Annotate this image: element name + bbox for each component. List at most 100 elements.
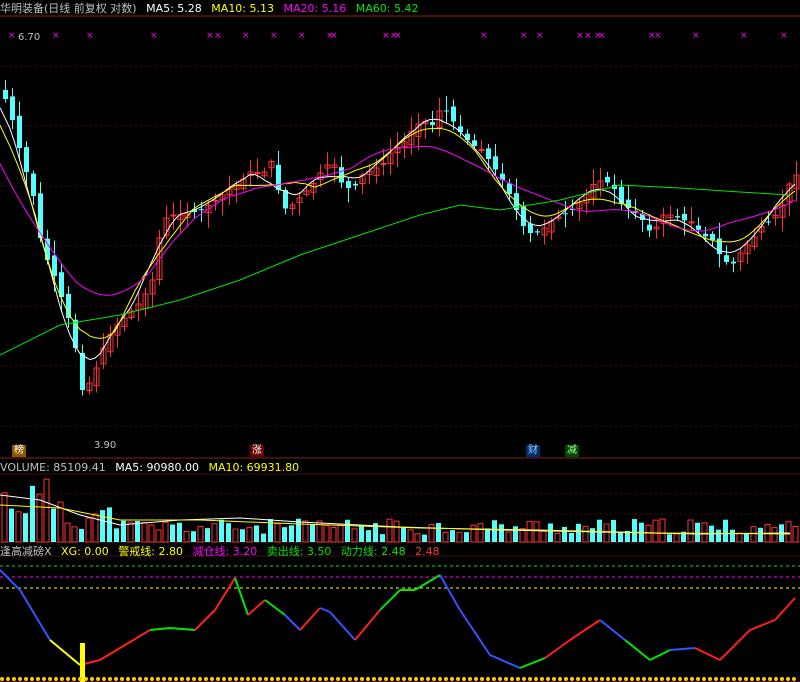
baseline-dot <box>12 677 16 681</box>
baseline-dot <box>90 677 94 681</box>
baseline-dot <box>78 677 82 681</box>
baseline-dot <box>60 677 64 681</box>
baseline-dot <box>774 677 778 681</box>
volume-bar <box>148 524 155 543</box>
baseline-dot <box>756 677 760 681</box>
indicator-segment <box>284 614 301 631</box>
baseline-dot <box>576 677 580 681</box>
indicator-segment <box>214 577 236 611</box>
candle-body <box>24 147 29 172</box>
volume-bar <box>407 529 414 543</box>
baseline-dot <box>420 677 424 681</box>
baseline-dot <box>462 677 466 681</box>
volume-ma5-label: MA5: 90980.00 <box>115 461 199 474</box>
signal-marker: × <box>214 31 222 41</box>
indicator-segment <box>329 611 356 641</box>
baseline-dot <box>18 677 22 681</box>
candle-body <box>276 164 281 190</box>
volume-bar <box>240 529 245 542</box>
baseline-dot <box>414 677 418 681</box>
baseline-dot <box>570 677 574 681</box>
signal-marker: × <box>654 31 662 41</box>
baseline-dot <box>480 677 484 681</box>
baseline-dot <box>516 677 520 681</box>
baseline-dot <box>342 677 346 681</box>
baseline-dot <box>750 677 754 681</box>
candle-body <box>430 122 435 125</box>
baseline-dot <box>534 677 538 681</box>
indicator-segment <box>49 639 81 666</box>
baseline-dot <box>174 677 178 681</box>
volume-bar <box>289 525 294 542</box>
event-tag-cai[interactable]: 财 <box>526 445 540 457</box>
volume-bar <box>121 520 126 542</box>
event-tag-bang[interactable]: 榜 <box>12 445 26 457</box>
baseline-dot <box>36 677 40 681</box>
stock-title: 华明装备(日线 前复权 对数) <box>0 2 137 15</box>
indicator-segment <box>247 599 266 616</box>
volume-bar <box>64 522 71 543</box>
volume-bar <box>114 528 119 542</box>
volume-bar <box>100 510 105 542</box>
indicator-segment <box>719 629 751 661</box>
volume-bar <box>582 525 589 543</box>
candle-body <box>199 209 204 211</box>
volume-bar <box>513 526 518 542</box>
volume-bar <box>393 520 400 543</box>
candle-body <box>3 89 8 99</box>
signal-marker: × <box>480 31 488 41</box>
candle-body <box>486 148 491 159</box>
baseline-dot <box>264 677 268 681</box>
baseline-dot <box>126 677 130 681</box>
volume-label: VOLUME: 85109.41 <box>0 461 106 474</box>
indicator-header: 逢高减磅X XG: 0.00 警戒线: 2.80 减仓线: 3.20 卖出线: … <box>0 544 446 560</box>
volume-bar <box>771 526 778 543</box>
volume-bar <box>254 525 259 542</box>
baseline-dot <box>324 677 328 681</box>
baseline-dot <box>618 677 622 681</box>
volume-bar <box>261 533 266 542</box>
volume-bar <box>470 524 477 543</box>
event-tag-zhang[interactable]: 涨 <box>250 445 264 457</box>
baseline-dot <box>72 677 76 681</box>
baseline-dot <box>354 677 358 681</box>
volume-ma5-line <box>0 494 791 535</box>
volume-bar <box>380 534 385 542</box>
low-price-label: 3.90 <box>94 440 117 451</box>
volume-bar <box>673 533 680 543</box>
baseline-dot <box>642 677 646 681</box>
baseline-dot <box>24 677 28 681</box>
indicator-segment <box>354 609 381 641</box>
baseline-dot <box>606 677 610 681</box>
volume-bar <box>226 523 231 542</box>
baseline-dot <box>318 677 322 681</box>
baseline-dot <box>708 677 712 681</box>
volume-bar <box>485 528 490 542</box>
volume-bar <box>1 492 8 543</box>
indicator-segment <box>379 589 401 611</box>
kline-canvas[interactable]: × × × × × × × × × ×× × ×× × × × × × ×× ×× × × × <box>0 0 800 682</box>
baseline-dot <box>528 677 532 681</box>
price-header: 华明装备(日线 前复权 对数) MA5: 5.28 MA10: 5.13 MA2… <box>0 1 424 17</box>
baseline-dot <box>582 677 586 681</box>
candle-body <box>507 183 512 194</box>
candle-body <box>17 115 22 148</box>
ma60-line <box>0 184 791 356</box>
event-tag-jian[interactable]: 减 <box>565 445 579 457</box>
volume-bar <box>730 529 735 542</box>
volume-bar <box>246 526 253 543</box>
chart-window[interactable]: × × × × × × × × × × × × × × × × × × × × × × × × × × 华明装备(日线 前复权 对… <box>0 0 800 682</box>
ma10-label: MA10: 5.13 <box>211 2 275 15</box>
dongli-label: 动力线: 2.48 <box>340 545 406 558</box>
baseline-dot <box>0 677 4 681</box>
volume-bar <box>330 527 337 543</box>
candle-body <box>353 183 358 186</box>
ma20-label: MA20: 5.16 <box>283 2 347 15</box>
baseline-dot <box>288 677 292 681</box>
baseline-dot <box>666 677 670 681</box>
baseline-dot <box>276 677 280 681</box>
volume-bar <box>79 528 84 542</box>
indicator-segment <box>169 627 196 631</box>
volume-bar <box>205 528 210 542</box>
baseline-dot <box>702 677 706 681</box>
